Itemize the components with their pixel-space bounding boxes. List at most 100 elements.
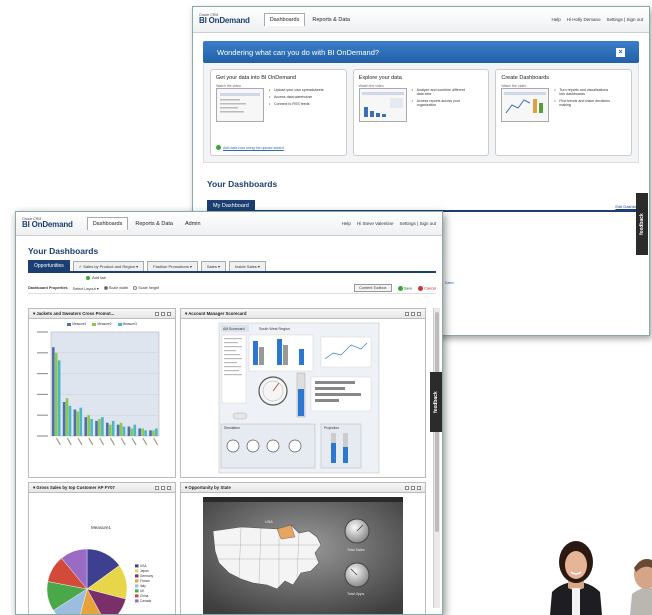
- bar[interactable]: [106, 422, 109, 436]
- tab-fashion-promotions[interactable]: Fashion Promotions ▾: [147, 261, 198, 271]
- feedback-tab[interactable]: feedback: [430, 372, 442, 432]
- scale-height-option[interactable]: Scale height: [133, 286, 159, 290]
- legend-label: UK: [140, 589, 145, 593]
- bar[interactable]: [79, 407, 83, 436]
- bar[interactable]: [84, 417, 88, 436]
- nav-tab-reports[interactable]: Reports & Data: [307, 14, 355, 26]
- content-toolbox-button[interactable]: Content Toolbox: [354, 284, 392, 292]
- minimize-icon[interactable]: [161, 311, 165, 316]
- bar[interactable]: [155, 428, 158, 436]
- tab-inside-sales[interactable]: Inside Sales ▾: [229, 261, 266, 271]
- scale-width-option[interactable]: Scale width: [103, 286, 128, 290]
- info-icon[interactable]: [405, 485, 409, 490]
- people-photo: [550, 541, 652, 615]
- bar[interactable]: [127, 426, 131, 436]
- close-icon[interactable]: [417, 485, 421, 490]
- minimize-icon[interactable]: [161, 485, 165, 490]
- feedback-tab[interactable]: feedback: [636, 193, 648, 255]
- top-links: Help Hi Holly Demano Settings | Sign out: [552, 17, 643, 22]
- legend-label: Canada: [140, 599, 151, 603]
- bar[interactable]: [76, 411, 80, 436]
- card-bullets: Analyze and combine different data sets …: [412, 88, 472, 110]
- panel-header[interactable]: ▾ Account Manager Scorecard: [181, 309, 425, 319]
- close-icon[interactable]: ×: [616, 47, 625, 57]
- bar[interactable]: [149, 430, 152, 436]
- info-icon[interactable]: [405, 311, 409, 316]
- bar[interactable]: [111, 420, 115, 436]
- bar[interactable]: [152, 430, 155, 436]
- minimize-icon[interactable]: [411, 311, 415, 316]
- bar[interactable]: [133, 424, 137, 436]
- save-button[interactable]: Save: [397, 285, 412, 291]
- panel-title: ▾ Gross Sales by top Customer AP FY07: [33, 484, 115, 490]
- tab-sales-by-product[interactable]: ✔ Sales by Product and Region ▾: [72, 261, 145, 271]
- panel-header[interactable]: ▾ Gross Sales by top Customer AP FY07: [29, 483, 175, 493]
- y-tick: [37, 331, 48, 333]
- bar[interactable]: [87, 415, 90, 436]
- bar[interactable]: [116, 424, 120, 436]
- bar[interactable]: [73, 409, 77, 436]
- cancel-icon: [418, 285, 424, 291]
- bar[interactable]: [108, 424, 112, 436]
- video-thumbnail[interactable]: [216, 88, 264, 122]
- bar[interactable]: [122, 426, 126, 436]
- bar[interactable]: [130, 428, 134, 436]
- nav-tab-dashboards[interactable]: Dashboards: [263, 13, 306, 26]
- panel-header[interactable]: ▾ Opportunity by State: [181, 483, 425, 493]
- bar[interactable]: [62, 401, 66, 436]
- info-icon[interactable]: [155, 485, 159, 490]
- close-icon[interactable]: [167, 311, 171, 316]
- nav-tab-dashboards[interactable]: Dashboards: [86, 217, 129, 230]
- legend-swatch: [135, 594, 139, 598]
- dashboard-tabs: Opportunities ✔ Sales by Product and Reg…: [28, 260, 436, 273]
- bar[interactable]: [141, 428, 144, 436]
- help-link[interactable]: Help: [342, 221, 351, 226]
- card-explore-data: Explore your data Watch the video Analyz…: [352, 69, 490, 156]
- bar[interactable]: [101, 417, 104, 436]
- add-tab-button[interactable]: Add tab: [86, 275, 442, 280]
- video-thumbnail[interactable]: [358, 88, 407, 122]
- bar[interactable]: [52, 347, 55, 436]
- tab-sales[interactable]: Sales ▾: [200, 261, 226, 271]
- upload-wizard-link[interactable]: Add data now using the upload wizard: [216, 145, 284, 150]
- sales-link[interactable]: Sales: [445, 281, 454, 285]
- nav-tab-reports[interactable]: Reports & Data: [130, 218, 178, 230]
- bar[interactable]: [90, 418, 93, 436]
- minimize-icon[interactable]: [411, 485, 415, 490]
- panel-header[interactable]: ▾ Jackets and Sweaters Cross Promot...: [29, 309, 175, 319]
- bar[interactable]: [57, 360, 61, 436]
- help-link[interactable]: Help: [552, 17, 561, 22]
- y-tick: [37, 373, 48, 375]
- bar[interactable]: [144, 430, 147, 436]
- bar[interactable]: [138, 428, 142, 436]
- y-tick: [37, 435, 48, 437]
- panel-title: ▾ Account Manager Scorecard: [185, 310, 247, 316]
- bar[interactable]: [98, 418, 101, 436]
- panel-title-text: Opportunity by State: [188, 484, 231, 490]
- panel-title-text: Jackets and Sweaters Cross Promot...: [36, 310, 115, 316]
- bar[interactable]: [68, 405, 72, 436]
- user-greeting: Hi Holly Demano: [566, 17, 601, 22]
- scorecard-button[interactable]: [232, 412, 248, 420]
- top-links: Help Hi Steve Valentine Settings | Sign …: [342, 221, 436, 226]
- settings-signout-link[interactable]: Settings | Sign out: [400, 221, 436, 226]
- bar[interactable]: [65, 398, 69, 436]
- vertical-scrollbar[interactable]: [433, 308, 440, 608]
- close-icon[interactable]: [417, 311, 421, 316]
- bar[interactable]: [119, 422, 123, 436]
- nav-tab-admin[interactable]: Admin: [180, 218, 206, 230]
- bar[interactable]: [54, 352, 58, 436]
- close-icon[interactable]: [167, 485, 171, 490]
- person-body: [630, 587, 652, 615]
- tab-label: Sales: [206, 264, 217, 269]
- settings-signout-link[interactable]: Settings | Sign out: [607, 17, 643, 22]
- select-layout-dropdown[interactable]: Select Layout ▾: [73, 286, 99, 291]
- cancel-button[interactable]: Cancel: [418, 285, 436, 291]
- dashboard-properties-bar: Dashboard Properties Select Layout ▾ Sca…: [28, 283, 436, 294]
- upload-wizard-label[interactable]: Add data now using the upload wizard: [223, 146, 284, 150]
- info-icon[interactable]: [155, 311, 159, 316]
- bar[interactable]: [95, 420, 98, 436]
- legend-swatch: [135, 579, 139, 583]
- tab-opportunities[interactable]: Opportunities: [28, 260, 70, 271]
- video-thumbnail[interactable]: [501, 88, 550, 122]
